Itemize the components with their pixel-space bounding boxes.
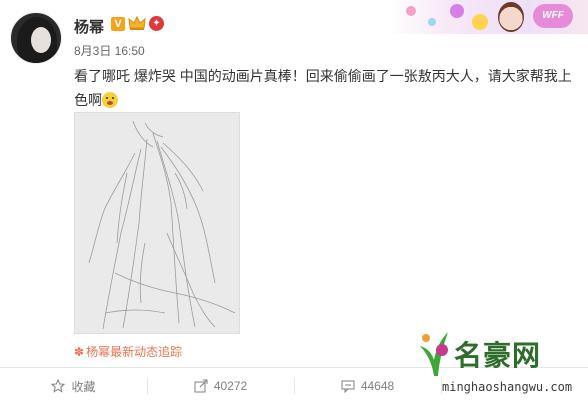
post-timestamp[interactable]: 8月3日 16:50 (74, 42, 145, 59)
decorative-banner: WFF (388, 0, 588, 34)
favorite-label: 收藏 (71, 379, 96, 394)
username[interactable]: 杨幂 (74, 16, 104, 37)
post-text-content: 看了哪吒 爆炸哭 中国的动画片真棒！回来偷偷画了一张敖丙大人，请大家帮我上色啊 (74, 68, 572, 108)
tracking-link[interactable]: ✽ 杨幂最新动态追踪 (74, 343, 182, 360)
share-count: 40272 (213, 379, 248, 393)
share-button[interactable]: 40272 (147, 368, 294, 404)
cry-emoji-icon (102, 92, 118, 108)
star-outline-icon (51, 379, 66, 393)
banner-bubble (428, 18, 436, 26)
banner-portrait (498, 2, 524, 32)
banner-sticker-icon (472, 14, 488, 30)
avatar-face (31, 27, 51, 53)
comment-icon (341, 380, 355, 393)
verified-v-icon: V (111, 17, 125, 31)
member-badge-icon: ✦ (149, 16, 164, 31)
avatar[interactable] (10, 12, 62, 64)
banner-bubble (406, 6, 416, 16)
favorite-button[interactable]: 收藏 (0, 368, 147, 404)
sketch-drawing (75, 113, 239, 333)
action-bar: 收藏 40272 44648 (0, 368, 588, 404)
post-text: 看了哪吒 爆炸哭 中国的动画片真棒！回来偷偷画了一张敖丙大人，请大家帮我上色啊 (74, 64, 574, 112)
crown-icon (128, 15, 146, 30)
like-button[interactable] (441, 368, 588, 404)
comment-button[interactable]: 44648 (294, 368, 441, 404)
banner-badge: WFF (533, 4, 573, 28)
banner-bubble (450, 4, 464, 18)
flower-icon: ✽ (74, 345, 85, 359)
tracking-link-label: 杨幂最新动态追踪 (86, 345, 183, 359)
post-image-sketch[interactable] (74, 112, 240, 334)
comment-count: 44648 (360, 379, 395, 393)
weibo-post-card: WFF 杨幂 V ✦ 8月3日 16:50 看了哪吒 爆炸哭 中国的动画片真棒！… (0, 0, 588, 404)
share-icon (194, 379, 208, 393)
